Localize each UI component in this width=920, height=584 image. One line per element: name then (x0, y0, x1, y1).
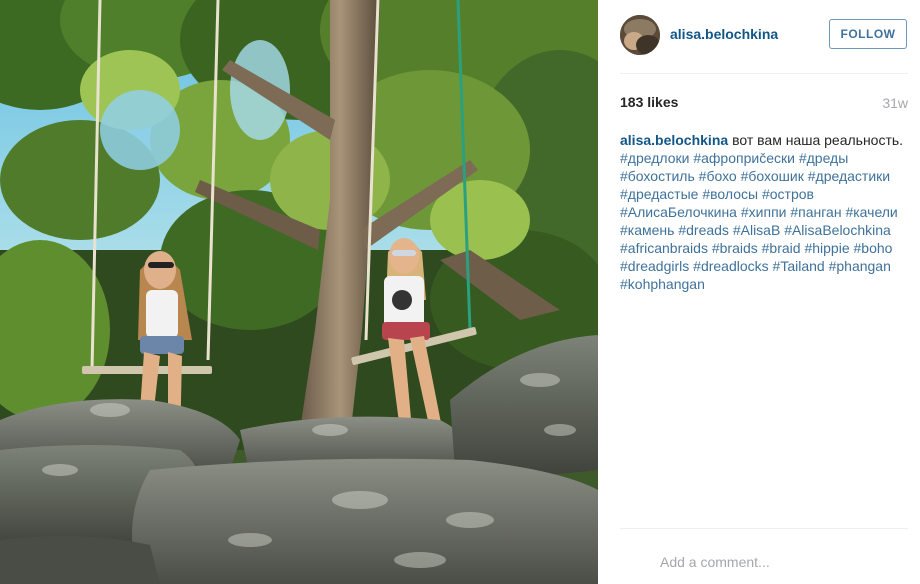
instagram-post: alisa.belochkina FOLLOW 183 likes 31w al… (0, 0, 920, 584)
hashtag-link[interactable]: #phangan (829, 258, 891, 274)
hashtag-link[interactable]: #dreadlocks (693, 258, 769, 274)
hashtag-link[interactable]: #панган (790, 204, 841, 220)
hashtag-link[interactable]: #остров (762, 186, 814, 202)
hashtag-link[interactable]: #braid (762, 240, 801, 256)
header-divider (620, 73, 908, 74)
avatar-image (620, 15, 660, 55)
hashtag-link[interactable]: #AlisaBelochkina (784, 222, 891, 238)
hashtag-link[interactable]: #braids (712, 240, 758, 256)
hashtag-link[interactable]: #africanbraids (620, 240, 708, 256)
comment-input[interactable] (620, 542, 908, 582)
hashtag-link[interactable]: #бохошик (741, 168, 804, 184)
caption-author[interactable]: alisa.belochkina (620, 132, 728, 148)
hashtag-link[interactable]: #хиппи (741, 204, 787, 220)
hashtag-link[interactable]: #dreadgirls (620, 258, 689, 274)
hashtag-link[interactable]: #камень (620, 222, 674, 238)
hashtag-link[interactable]: #АлисаБелочкина (620, 204, 737, 220)
hashtag-link[interactable]: #dreads (678, 222, 729, 238)
avatar[interactable] (620, 15, 660, 55)
hashtag-link[interactable]: #волосы (702, 186, 758, 202)
post-age[interactable]: 31w (882, 95, 908, 111)
caption-text: вот вам наша реальность. (732, 132, 904, 148)
comments-divider (620, 528, 908, 529)
hashtag-link[interactable]: #бохостиль (620, 168, 695, 184)
post-caption: alisa.belochkina вот вам наша реальность… (620, 131, 908, 293)
follow-button[interactable]: FOLLOW (829, 19, 907, 49)
hashtag-link[interactable]: #дреды (799, 150, 848, 166)
hashtag-link[interactable]: #афроприčески (693, 150, 795, 166)
likes-count[interactable]: 183 likes (620, 94, 678, 110)
post-sidebar: alisa.belochkina FOLLOW 183 likes 31w al… (598, 0, 920, 584)
hashtag-link[interactable]: #kohphangan (620, 276, 705, 292)
hashtag-link[interactable]: #boho (854, 240, 893, 256)
hashtag-link[interactable]: #дредлоки (620, 150, 689, 166)
photo-illustration (0, 0, 598, 584)
hashtag-link[interactable]: #качели (845, 204, 897, 220)
post-header: alisa.belochkina FOLLOW (598, 0, 920, 72)
post-photo[interactable] (0, 0, 598, 584)
username-link[interactable]: alisa.belochkina (670, 26, 778, 42)
hashtag-link[interactable]: #Tailand (773, 258, 825, 274)
hashtag-list: #дредлоки #афроприčески #дреды #бохостил… (620, 150, 898, 292)
hashtag-link[interactable]: #дредастики (808, 168, 890, 184)
hashtag-link[interactable]: #hippie (804, 240, 849, 256)
hashtag-link[interactable]: #AlisaB (733, 222, 780, 238)
hashtag-link[interactable]: #дредастые (620, 186, 698, 202)
hashtag-link[interactable]: #бохо (699, 168, 737, 184)
